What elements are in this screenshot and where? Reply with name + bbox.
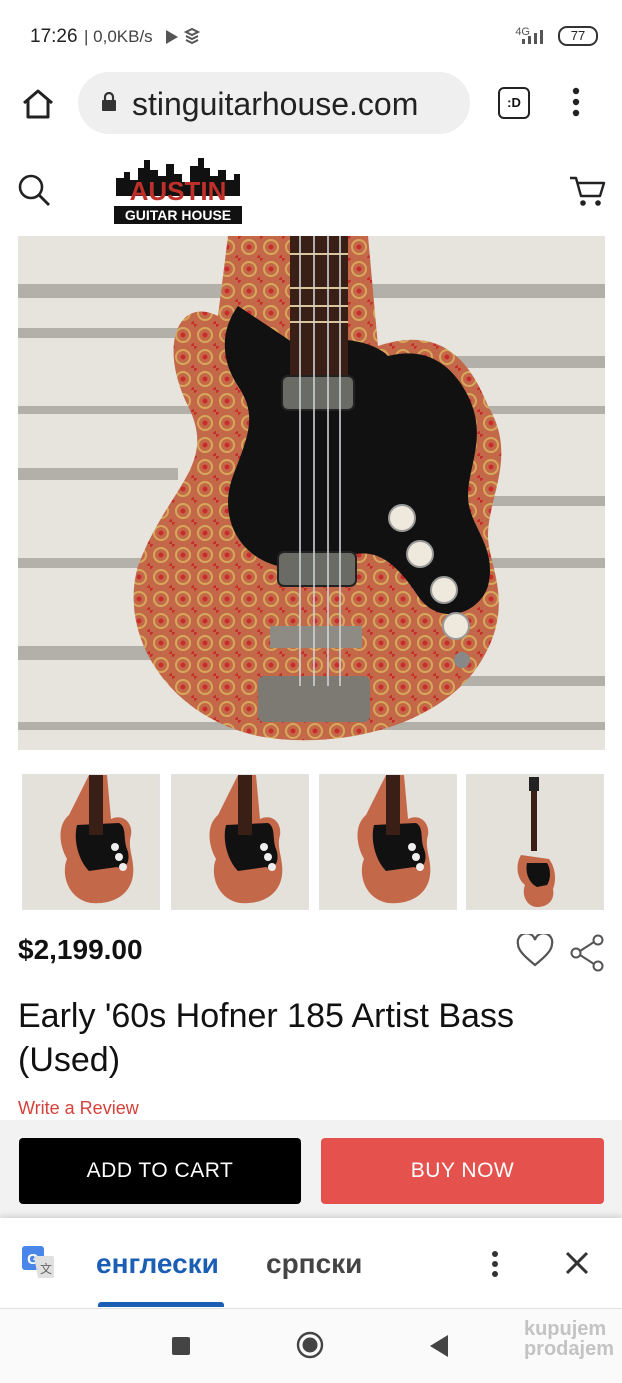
overflow-menu-icon[interactable] xyxy=(568,84,584,120)
recents-square-icon[interactable] xyxy=(172,1337,190,1355)
buy-now-button[interactable]: BUY NOW xyxy=(321,1138,604,1204)
site-header: AUSTIN GUITAR HOUSE xyxy=(0,148,622,236)
google-translate-icon: G 文 xyxy=(22,1246,54,1278)
product-title: Early '60s Hofner 185 Artist Bass (Used) xyxy=(18,997,514,1079)
status-bar: 17:26 | 0,0KB/s 4G 77 xyxy=(0,0,622,70)
product-price: $2,199.00 xyxy=(18,934,143,965)
write-review-link[interactable]: Write a Review xyxy=(18,1098,139,1119)
thumbnail-3[interactable] xyxy=(319,774,457,910)
close-icon[interactable] xyxy=(564,1250,590,1276)
address-bar[interactable]: stinguitarhouse.com xyxy=(78,72,470,134)
tab-source-language[interactable]: енглески xyxy=(96,1248,219,1280)
share-icon[interactable] xyxy=(568,934,606,972)
browser-toolbar: stinguitarhouse.com :D xyxy=(0,70,622,149)
translate-menu-icon[interactable] xyxy=(488,1248,502,1280)
home-circle-icon[interactable] xyxy=(296,1331,324,1359)
watermark-line2: prodajem xyxy=(523,1338,614,1360)
add-to-cart-button[interactable]: ADD TO CART xyxy=(19,1138,301,1204)
system-nav-bar: kupujem prodajem xyxy=(0,1308,622,1383)
url-text[interactable]: stinguitarhouse.com xyxy=(132,86,418,123)
search-icon[interactable] xyxy=(16,172,52,208)
wishlist-heart-icon[interactable] xyxy=(516,934,554,968)
battery-indicator: 77 xyxy=(558,26,598,46)
clock: 17:26 xyxy=(30,26,78,47)
thumbnail-2[interactable] xyxy=(171,774,309,910)
product-main-image[interactable] xyxy=(18,236,605,750)
thumbnail-strip xyxy=(22,774,604,910)
lock-icon xyxy=(102,92,116,111)
site-logo[interactable]: AUSTIN GUITAR HOUSE xyxy=(110,156,246,228)
translate-bar: G 文 енглески српски xyxy=(0,1218,622,1308)
watermark-line1: kupujem xyxy=(523,1318,607,1340)
cart-icon[interactable] xyxy=(568,174,606,208)
back-triangle-icon[interactable] xyxy=(428,1333,450,1359)
tabs-switcher-icon[interactable]: :D xyxy=(498,87,530,119)
purchase-actions: ADD TO CART BUY NOW xyxy=(0,1120,622,1220)
home-icon[interactable] xyxy=(20,86,56,122)
svg-text:文: 文 xyxy=(40,1261,52,1276)
logo-text-austin: AUSTIN xyxy=(130,176,227,206)
thumbnail-4[interactable] xyxy=(466,774,604,910)
watermark: kupujem prodajem xyxy=(524,1319,614,1359)
network-speed: | 0,0KB/s xyxy=(84,27,153,46)
thumbnail-1[interactable] xyxy=(22,774,160,910)
play-store-icon xyxy=(166,28,200,45)
tab-target-language[interactable]: српски xyxy=(266,1248,362,1280)
logo-text-guitar-house: GUITAR HOUSE xyxy=(125,207,231,223)
active-tab-indicator xyxy=(98,1302,224,1307)
signal-icon xyxy=(522,30,543,44)
